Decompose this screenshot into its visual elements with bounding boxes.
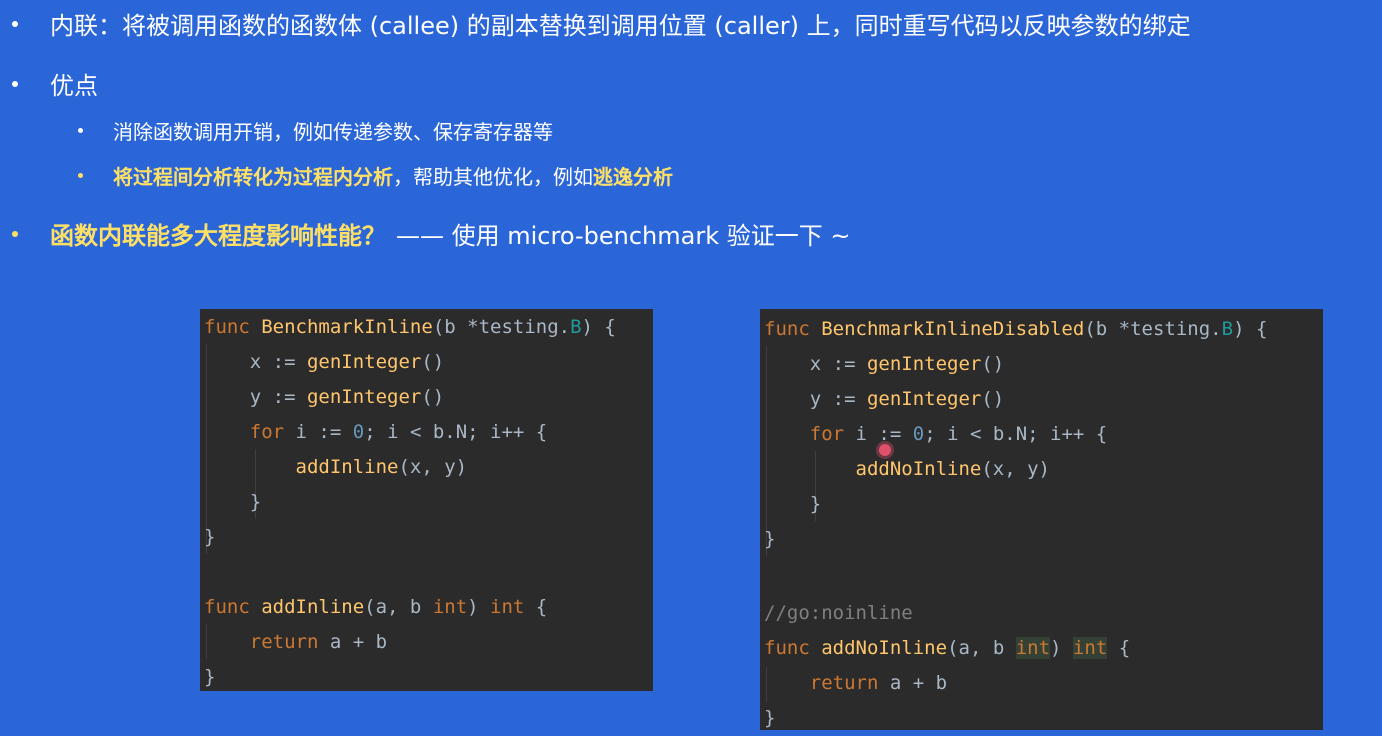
code-line: return a + b — [249, 631, 388, 653]
bullet-inline-definition: 内联：将被调用函数的函数体 (callee) 的副本替换到调用位置 (calle… — [12, 6, 1191, 41]
code-line: y := genInteger() — [809, 388, 1005, 410]
code-line: //go:noinline — [764, 602, 913, 624]
bullet-question: 函数内联能多大程度影响性能？ —— 使用 micro-benchmark 验证一… — [12, 216, 850, 251]
code-line: } — [204, 666, 216, 688]
sub-bullet-dot-icon — [78, 128, 83, 133]
code-line: func BenchmarkInlineDisabled(b *testing.… — [764, 318, 1268, 340]
code-line: } — [809, 493, 822, 515]
code-line: } — [764, 707, 776, 729]
sub-bullet-dot-icon — [78, 173, 83, 178]
code-block-inline: func BenchmarkInline(b *testing.B) { x :… — [200, 309, 653, 691]
code-line: y := genInteger() — [249, 386, 445, 408]
pro1-text: 消除函数调用开销，例如传递参数、保存寄存器等 — [113, 120, 553, 144]
code-line: x := genInteger() — [809, 353, 1005, 375]
bullet-dot-icon — [12, 230, 18, 237]
pro2-highlight: 将过程间分析转化为过程内分析 — [113, 165, 393, 189]
code-line: return a + b — [809, 672, 948, 694]
question-highlight: 函数内联能多大程度影响性能？ — [50, 222, 386, 250]
code-block-noinline: func BenchmarkInlineDisabled(b *testing.… — [760, 309, 1323, 730]
code-line: func BenchmarkInline(b *testing.B) { — [204, 316, 616, 338]
bullet-dot-icon — [12, 80, 18, 87]
code-line: } — [249, 491, 262, 513]
question-rest: —— 使用 micro-benchmark 验证一下 ~ — [396, 222, 851, 250]
code-line: } — [764, 528, 776, 550]
bullet-pros: 优点 — [12, 66, 98, 101]
red-cursor-dot-icon — [879, 444, 891, 456]
sub-bullet-analysis: 将过程间分析转化为过程内分析 ，帮助其他优化，例如 逃逸分析 — [78, 161, 673, 190]
pro2-highlight-escape: 逃逸分析 — [593, 165, 673, 189]
pro2-middle: ，帮助其他优化，例如 — [393, 165, 593, 189]
code-line: func addNoInline(a, b int) int { — [764, 637, 1131, 659]
code-line: addInline(x, y) — [295, 456, 468, 478]
code-line: for i := 0; i < b.N; i++ { — [249, 421, 548, 443]
code-line: x := genInteger() — [249, 351, 445, 373]
code-line: func addInline(a, b int) int { — [204, 596, 548, 618]
bullet-dot-icon — [12, 20, 18, 27]
sub-bullet-overhead: 消除函数调用开销，例如传递参数、保存寄存器等 — [78, 116, 553, 145]
code-line: for i := 0; i < b.N; i++ { — [809, 423, 1108, 445]
inline-definition-text: 内联：将被调用函数的函数体 (callee) 的副本替换到调用位置 (calle… — [50, 12, 1191, 40]
code-line: } — [204, 526, 216, 548]
code-line: addNoInline(x, y) — [855, 458, 1050, 480]
pros-title: 优点 — [50, 72, 98, 100]
